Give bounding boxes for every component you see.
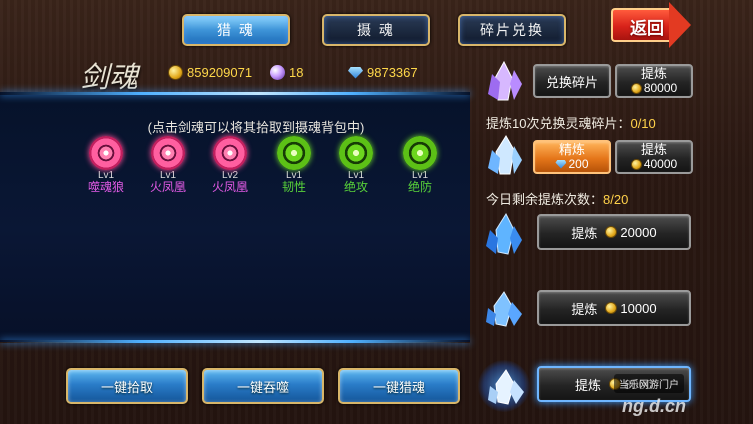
soul-item[interactable]: Lv2 火凤凰 [208,136,252,194]
white-crystal-icon [486,364,526,408]
blue-crystal-cluster-icon [484,286,524,330]
exchange-progress-label: 提炼10次兑换灵魂碎片： [486,116,631,131]
pick-all-button[interactable]: 一键拾取 [66,368,188,404]
remaining-refines-label: 今日剩余提炼次数： [486,192,604,207]
remaining-refines-value: 8/20 [603,192,629,207]
back-button[interactable]: 返回 [611,2,691,48]
soul-item[interactable]: Lv1 火凤凰 [146,136,190,194]
diamond-icon [555,159,567,169]
diamond-icon [348,66,363,79]
soul-item[interactable]: Lv1 绝防 [398,136,442,194]
fine-refine-button[interactable]: 精炼 200 [533,140,611,174]
pink-soul-orb-icon [89,136,123,170]
coin-icon [605,226,618,238]
coin-icon [168,65,183,80]
coin-icon [630,158,642,170]
remaining-refines-text: 今日剩余提炼次数：8/20 [486,189,628,208]
soul-name: 绝攻 [343,180,368,194]
orb-balance: 18 [270,65,303,80]
panel-top-glow [0,92,470,95]
refine-40000-button[interactable]: 提炼 40000 [615,140,693,174]
fine-refine-label: 精炼 [558,142,585,157]
soul-name: 绝防 [407,180,432,194]
hunt-all-button[interactable]: 一键猎魂 [338,368,460,404]
green-soul-orb-icon [277,136,311,170]
panel-bottom-glow [0,340,470,343]
cost-value: 10000 [620,300,657,316]
refine-label: 提炼 [575,377,602,393]
soul-item[interactable]: Lv1 韧性 [272,136,316,194]
refine-20000-button[interactable]: 提炼 20000 [537,214,691,250]
soul-orb-icon [270,65,285,80]
coin-value: 859209071 [187,65,253,80]
coin-icon [605,302,618,314]
tab-soul-take[interactable]: 摄 魂 [322,14,430,46]
blue-crystal-icon [484,212,524,256]
tab-fragment-exchange[interactable]: 碎片兑换 [458,14,566,46]
back-button-label: 返回 [630,19,664,38]
refine-label: 提炼 [571,225,598,241]
soul-name: 韧性 [281,180,306,194]
soul-name: 火凤凰 [149,180,186,194]
green-soul-orb-icon [339,136,373,170]
soul-item[interactable]: Lv1 噬魂狼 [84,136,128,194]
purple-crystal-icon [484,60,524,104]
pink-soul-orb-icon [213,136,247,170]
gem-balance: 9873367 [348,65,418,80]
cost-row: 200 [555,157,589,171]
coin-icon [630,82,642,94]
refine-label: 提炼 [640,66,667,81]
soul-item[interactable]: Lv1 绝攻 [334,136,378,194]
exchange-fragment-button[interactable]: 兑换碎片 [533,64,611,98]
cost-row: 80000 [630,81,678,95]
refine-10000-button[interactable]: 提炼 10000 [537,290,691,326]
watermark-badge: 当乐网游门户 [614,374,684,393]
cost-value: 200 [568,157,589,171]
cost-value: 40000 [643,157,678,171]
soul-name: 噬魂狼 [87,180,124,194]
exchange-progress-text: 提炼10次兑换灵魂碎片：0/10 [486,113,656,132]
hint-text: (点击剑魂可以将其拾取到摄魂背包中) [147,120,365,135]
cost-value: 20000 [620,224,657,240]
cost-value: 80000 [643,81,678,95]
soul-name: 火凤凰 [211,180,248,194]
refine-80000-button[interactable]: 提炼 80000 [615,64,693,98]
devour-all-button[interactable]: 一键吞噬 [202,368,324,404]
green-soul-orb-icon [403,136,437,170]
refine-label: 提炼 [571,301,598,317]
coin-balance: 859209071 [168,65,252,80]
refine-label: 提炼 [640,142,667,157]
cost-row: 40000 [630,157,678,171]
tab-soul-hunt[interactable]: 猎 魂 [182,14,290,46]
gem-value: 9873367 [367,65,418,80]
orb-value: 18 [289,65,304,80]
pink-soul-orb-icon [151,136,185,170]
ice-crystal-icon [484,134,524,178]
page-title: 剑魂 [80,60,139,94]
watermark-logo: ng.d.cn [622,396,686,416]
exchange-progress-value: 0/10 [630,116,656,131]
